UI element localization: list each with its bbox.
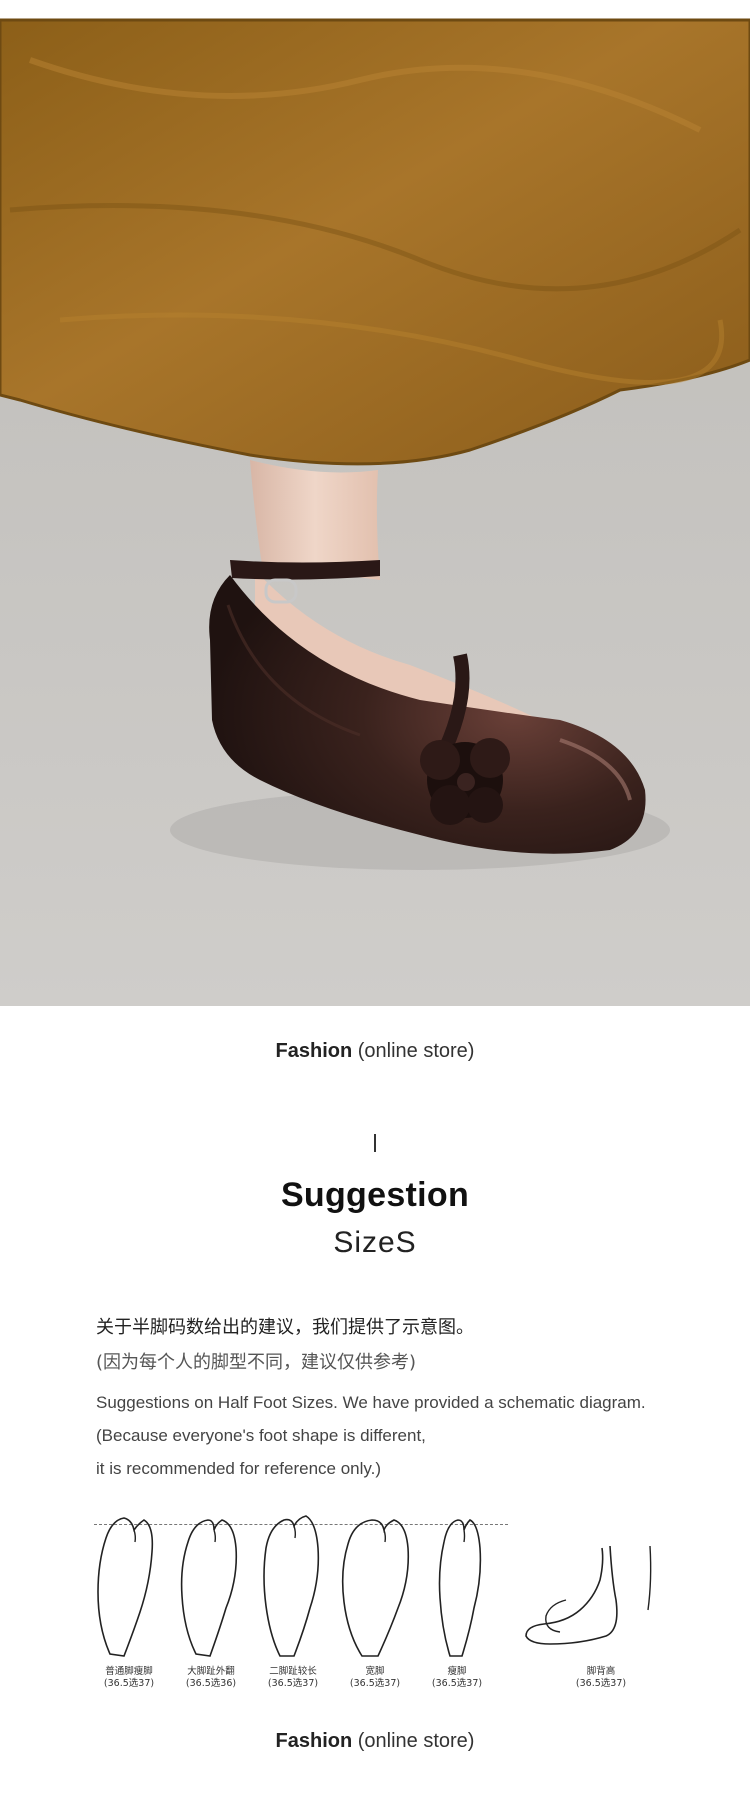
foot-size: (36.5选37) bbox=[575, 1678, 627, 1689]
foot-label-1: 普通脚瘦脚 (36.5选37) bbox=[96, 1666, 162, 1690]
foot-outline-normal-icon bbox=[97, 1517, 154, 1657]
foot-size: (36.5选37) bbox=[103, 1678, 155, 1689]
note-en-line3: it is recommended for reference only.) bbox=[96, 1459, 382, 1478]
product-photo bbox=[0, 0, 750, 1006]
note-cn-line2: (因为每个人的脚型不同，建议仅供参考) bbox=[96, 1352, 417, 1373]
foot-size: (36.5选37) bbox=[431, 1678, 483, 1689]
note-en-line1: Suggestions on Half Foot Sizes. We have … bbox=[96, 1393, 646, 1412]
foot-label-5: 瘦脚 (36.5选37) bbox=[424, 1666, 490, 1690]
brand-caption-bottom: Fashion (online store) bbox=[0, 1730, 750, 1753]
foot-label-2: 大脚趾外翻 (36.5选36) bbox=[178, 1666, 244, 1690]
foot-name: 宽脚 bbox=[365, 1666, 385, 1677]
note-en-line2: (Because everyone's foot shape is differ… bbox=[96, 1426, 426, 1445]
brand-caption-top: Fashion (online store) bbox=[0, 1040, 750, 1063]
foot-name: 大脚趾外翻 bbox=[187, 1666, 235, 1677]
foot-size: (36.5选36) bbox=[185, 1678, 237, 1689]
foot-outline-high-instep-icon bbox=[525, 1545, 652, 1645]
foot-label-6: 脚背高 (36.5选37) bbox=[568, 1666, 634, 1690]
foot-size: (36.5选37) bbox=[349, 1678, 401, 1689]
brand-suffix: (online store) bbox=[357, 1040, 475, 1062]
foot-name: 二脚趾较长 bbox=[269, 1666, 317, 1677]
foot-outline-bunion-icon bbox=[180, 1519, 238, 1657]
brand-name: Fashion bbox=[275, 1730, 353, 1752]
section-subtitle: SizeS bbox=[333, 1226, 417, 1259]
section-title: Suggestion bbox=[280, 1176, 470, 1214]
foot-label-4: 宽脚 (36.5选37) bbox=[342, 1666, 408, 1690]
brand-suffix: (online store) bbox=[357, 1730, 475, 1752]
foot-name: 普通脚瘦脚 bbox=[105, 1666, 153, 1677]
section-mark bbox=[374, 1134, 376, 1152]
foot-label-3: 二脚趾较长 (36.5选37) bbox=[260, 1666, 326, 1690]
brand-name: Fashion bbox=[275, 1040, 353, 1062]
note-cn-line1: 关于半脚码数给出的建议，我们提供了示意图。 bbox=[96, 1317, 474, 1338]
foot-outline-slim-icon bbox=[438, 1519, 482, 1657]
foot-outline-long-second-toe-icon bbox=[263, 1515, 320, 1657]
foot-name: 脚背高 bbox=[586, 1666, 616, 1677]
foot-size: (36.5选37) bbox=[267, 1678, 319, 1689]
foot-name: 瘦脚 bbox=[447, 1666, 467, 1677]
foot-outline-wide-icon bbox=[341, 1519, 410, 1657]
